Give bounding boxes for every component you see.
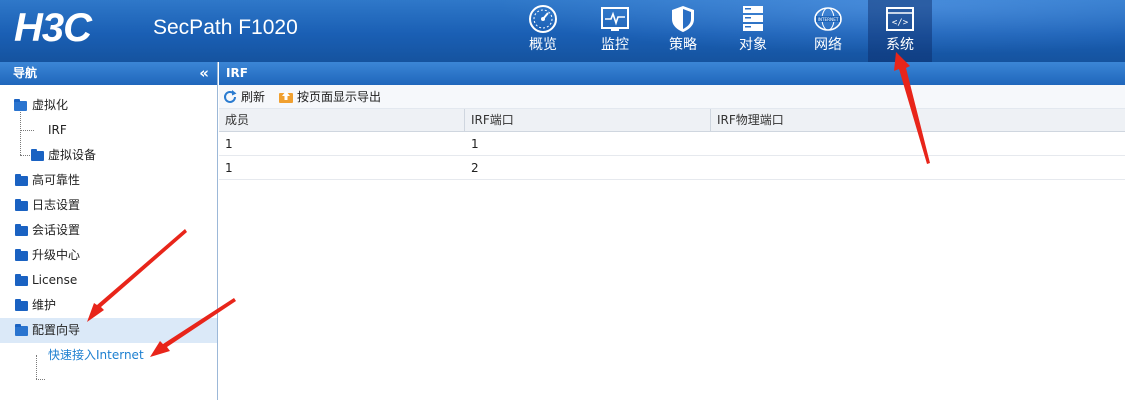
monitor-icon: [601, 7, 629, 31]
nav-object[interactable]: 对象: [721, 0, 785, 62]
h3c-logo: H3C: [14, 6, 92, 50]
internet-icon-text: INTERNET: [818, 17, 839, 22]
cell-irf-port: 2: [471, 161, 479, 175]
nav-system[interactable]: </> 系统: [868, 0, 932, 62]
nav-monitor[interactable]: 监控: [583, 0, 647, 62]
sidebar-item-license[interactable]: License: [0, 268, 217, 293]
folder-icon: [15, 274, 28, 286]
folder-open-icon: [15, 324, 28, 336]
irf-table: 成员 IRF端口 IRF物理端口 1 1 1 2: [219, 109, 1125, 180]
folder-open-icon: [14, 99, 27, 111]
table-row[interactable]: 1 2: [219, 156, 1125, 180]
folder-icon: [15, 224, 28, 236]
nav-label: 对象: [739, 37, 767, 53]
cell-member: 1: [225, 137, 233, 151]
cell-irf-port: 1: [471, 137, 479, 151]
column-header-member[interactable]: 成员: [219, 109, 465, 132]
nav-label: 系统: [886, 37, 914, 53]
nav-label: 概览: [529, 37, 557, 53]
folder-icon: [15, 299, 28, 311]
sidebar-item-label: 维护: [32, 298, 57, 312]
panel-title: IRF: [219, 62, 1125, 85]
sidebar-item-high-availability[interactable]: 高可靠性: [0, 168, 217, 193]
folder-icon: [15, 174, 28, 186]
main-panel: IRF 刷新 按页面显示导出 成员 IRF端口 IRF物理端口 1 1 1 2: [219, 62, 1125, 400]
sidebar-item-label: 会话设置: [32, 223, 81, 237]
export-icon: [279, 91, 293, 103]
nav-network[interactable]: INTERNET 网络: [796, 0, 860, 62]
sidebar-title: 导航: [13, 66, 38, 80]
product-name: SecPath F1020: [153, 16, 298, 39]
sidebar-item-virtualization[interactable]: 虚拟化: [0, 93, 217, 118]
app-window: H3C SecPath F1020 概览 监控 策略 对象 INTERNET 网…: [0, 0, 1125, 400]
sidebar-item-maintenance[interactable]: 维护: [0, 293, 217, 318]
sidebar-item-label: IRF: [48, 123, 67, 137]
internet-globe-icon: INTERNET: [814, 7, 842, 31]
sidebar-item-label: 升级中心: [32, 248, 81, 262]
sidebar-item-label: 配置向导: [32, 323, 81, 337]
cell-irf-physical-port: [711, 132, 1125, 156]
column-header-irf-port[interactable]: IRF端口: [465, 109, 711, 132]
export-button[interactable]: 按页面显示导出: [278, 85, 388, 109]
cell-irf-physical-port: [711, 156, 1125, 180]
refresh-label: 刷新: [241, 90, 266, 104]
refresh-icon: [224, 90, 237, 103]
sidebar-item-label: 快速接入Internet: [48, 348, 144, 362]
nav-overview[interactable]: 概览: [511, 0, 575, 62]
sidebar-item-log-settings[interactable]: 日志设置: [0, 193, 217, 218]
sidebar-item-label: 日志设置: [32, 198, 81, 212]
server-stack-icon: [743, 6, 763, 31]
sidebar-item-session-settings[interactable]: 会话设置: [0, 218, 217, 243]
collapse-sidebar-icon[interactable]: «: [199, 62, 209, 85]
code-icon-text: </>: [892, 18, 909, 28]
shield-icon: [672, 6, 694, 32]
sidebar-item-irf[interactable]: IRF: [0, 118, 217, 143]
sidebar-item-quick-internet[interactable]: 快速接入Internet: [0, 343, 217, 368]
sidebar-header: 导航 «: [0, 62, 217, 85]
cell-member: 1: [225, 161, 233, 175]
sidebar-item-label: 虚拟化: [32, 98, 69, 112]
sidebar-item-upgrade-center[interactable]: 升级中心: [0, 243, 217, 268]
nav-label: 网络: [814, 37, 842, 53]
sidebar-item-config-wizard[interactable]: 配置向导: [0, 318, 217, 343]
refresh-button[interactable]: 刷新: [222, 85, 268, 109]
table-row[interactable]: 1 1: [219, 132, 1125, 156]
nav-policy[interactable]: 策略: [651, 0, 715, 62]
top-banner: H3C SecPath F1020 概览 监控 策略 对象 INTERNET 网…: [0, 0, 1125, 62]
nav-sidebar: 导航 « 虚拟化 IRF 虚拟设备 高可靠性 日志设置 会话设置 升级中心 Li…: [0, 62, 218, 400]
gauge-icon: [529, 5, 557, 33]
folder-icon: [15, 249, 28, 261]
code-window-icon: </>: [886, 7, 914, 31]
nav-label: 策略: [669, 37, 697, 53]
sidebar-item-label: 高可靠性: [32, 173, 81, 187]
toolbar: 刷新 按页面显示导出: [219, 85, 1125, 109]
sidebar-item-virtual-device[interactable]: 虚拟设备: [0, 143, 217, 168]
sidebar-item-label: License: [32, 273, 78, 287]
export-label: 按页面显示导出: [297, 90, 382, 104]
table-header: 成员 IRF端口 IRF物理端口: [219, 109, 1125, 132]
folder-icon: [15, 199, 28, 211]
sidebar-item-label: 虚拟设备: [48, 148, 97, 162]
folder-icon: [31, 149, 44, 161]
column-header-irf-physical-port[interactable]: IRF物理端口: [711, 109, 1125, 132]
nav-label: 监控: [601, 37, 629, 53]
